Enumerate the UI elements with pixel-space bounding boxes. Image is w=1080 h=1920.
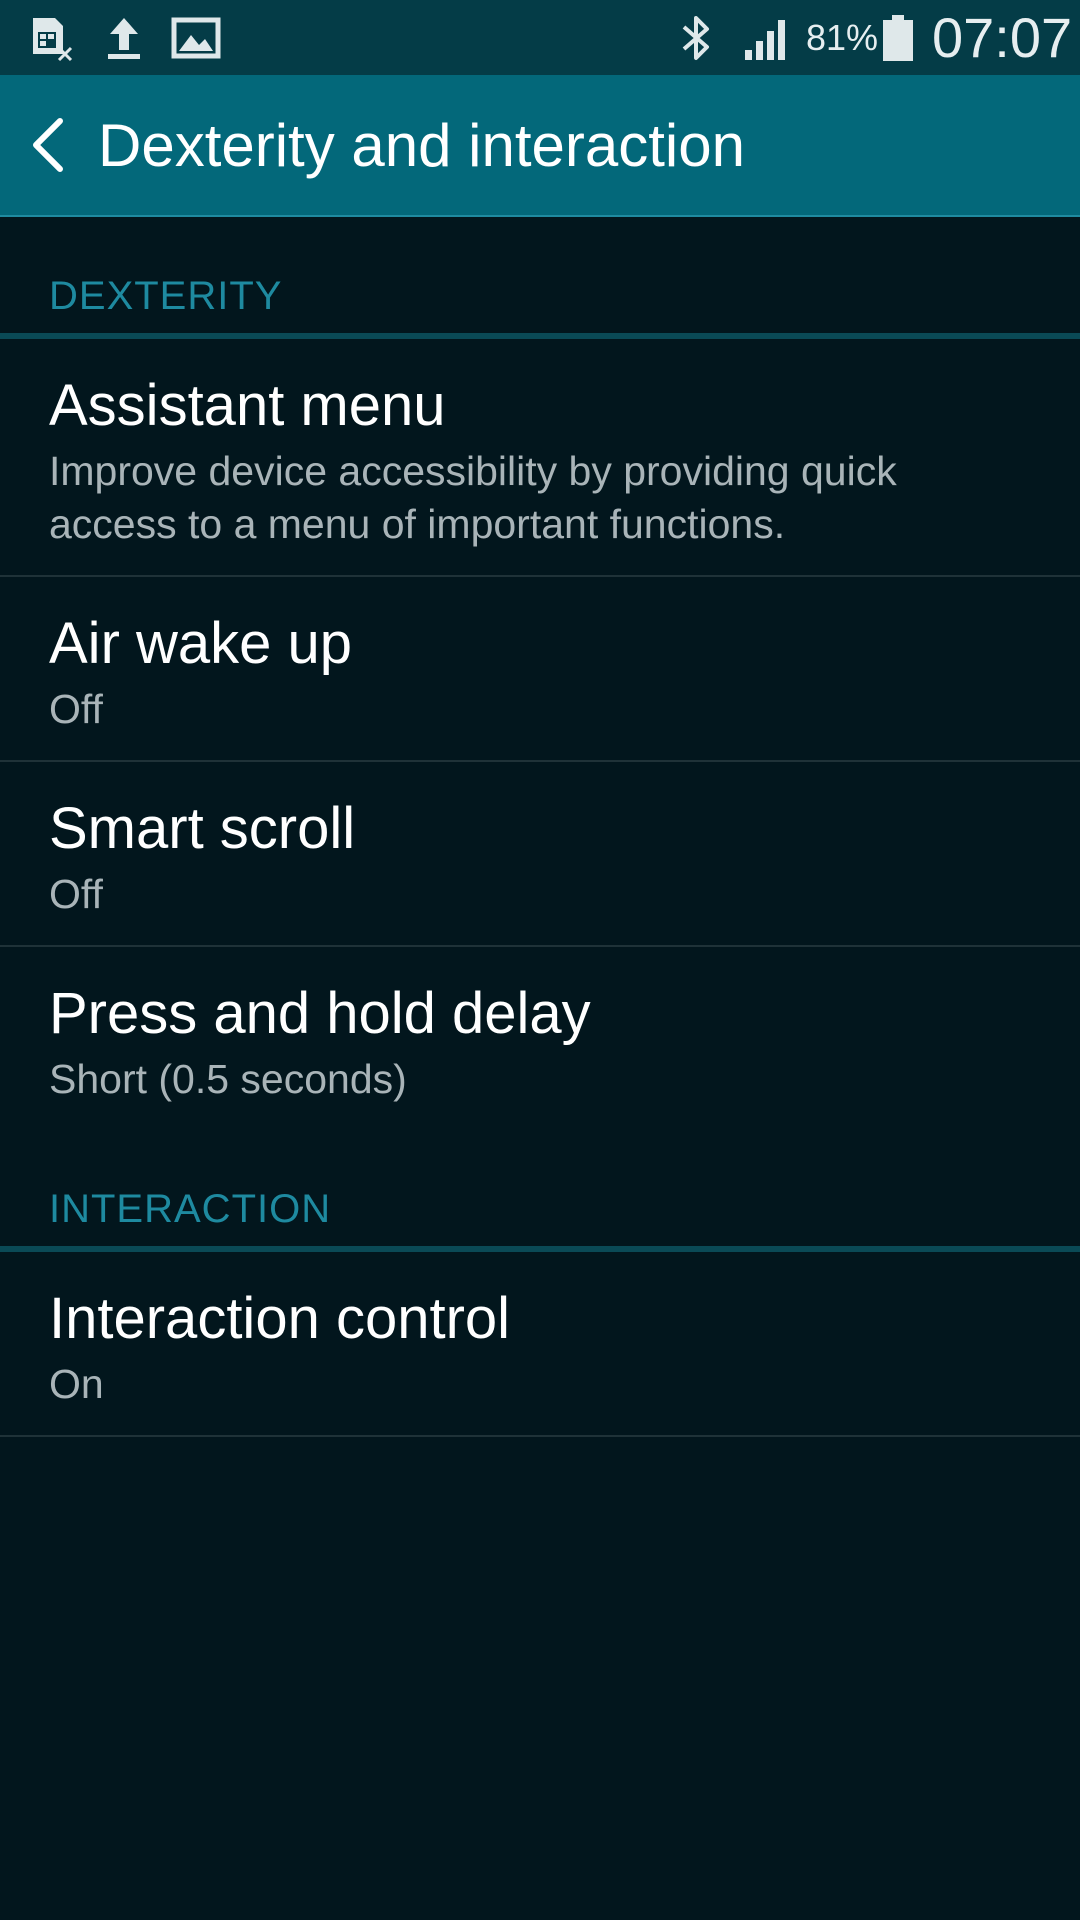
page-title: Dexterity and interaction [98, 111, 745, 179]
item-subtitle: Short (0.5 seconds) [49, 1056, 407, 1102]
battery-icon [880, 0, 916, 75]
list-item-press-and-hold-delay[interactable]: Press and hold delay Short (0.5 seconds) [0, 947, 1080, 1146]
item-subtitle: On [49, 1361, 104, 1407]
list-item-interaction-control[interactable]: Interaction control On [0, 1252, 1080, 1437]
back-button[interactable] [18, 75, 78, 215]
action-bar: Dexterity and interaction [0, 75, 1080, 217]
item-title: Interaction control [49, 1286, 511, 1351]
section-header-interaction: INTERACTION [0, 1146, 1080, 1252]
section-header-dexterity: DEXTERITY [0, 217, 1080, 339]
status-bar: 81% 07:07 [0, 0, 1080, 75]
item-title: Smart scroll [49, 796, 356, 861]
settings-list: DEXTERITY Assistant menu Improve device … [0, 217, 1080, 1437]
list-item-smart-scroll[interactable]: Smart scroll Off [0, 762, 1080, 947]
item-title: Air wake up [49, 611, 353, 676]
battery-percent: 81% [806, 16, 879, 58]
chevron-left-icon [33, 118, 63, 172]
section-header-label: DEXTERITY [49, 274, 283, 318]
clock: 07:07 [932, 6, 1073, 69]
section-header-label: INTERACTION [49, 1187, 332, 1231]
item-title: Press and hold delay [49, 981, 591, 1046]
list-item-assistant-menu[interactable]: Assistant menu Improve device accessibil… [0, 339, 1080, 577]
image-icon [170, 0, 222, 75]
signal-icon [740, 0, 792, 75]
upload-icon [100, 0, 148, 75]
bluetooth-icon [676, 0, 716, 75]
item-subtitle: Off [49, 686, 103, 732]
item-subtitle: Improve device accessibility by providin… [49, 448, 897, 547]
sim-card-x-icon [26, 0, 76, 75]
item-title: Assistant menu [49, 373, 446, 438]
list-item-air-wake-up[interactable]: Air wake up Off [0, 577, 1080, 762]
item-subtitle: Off [49, 871, 103, 917]
